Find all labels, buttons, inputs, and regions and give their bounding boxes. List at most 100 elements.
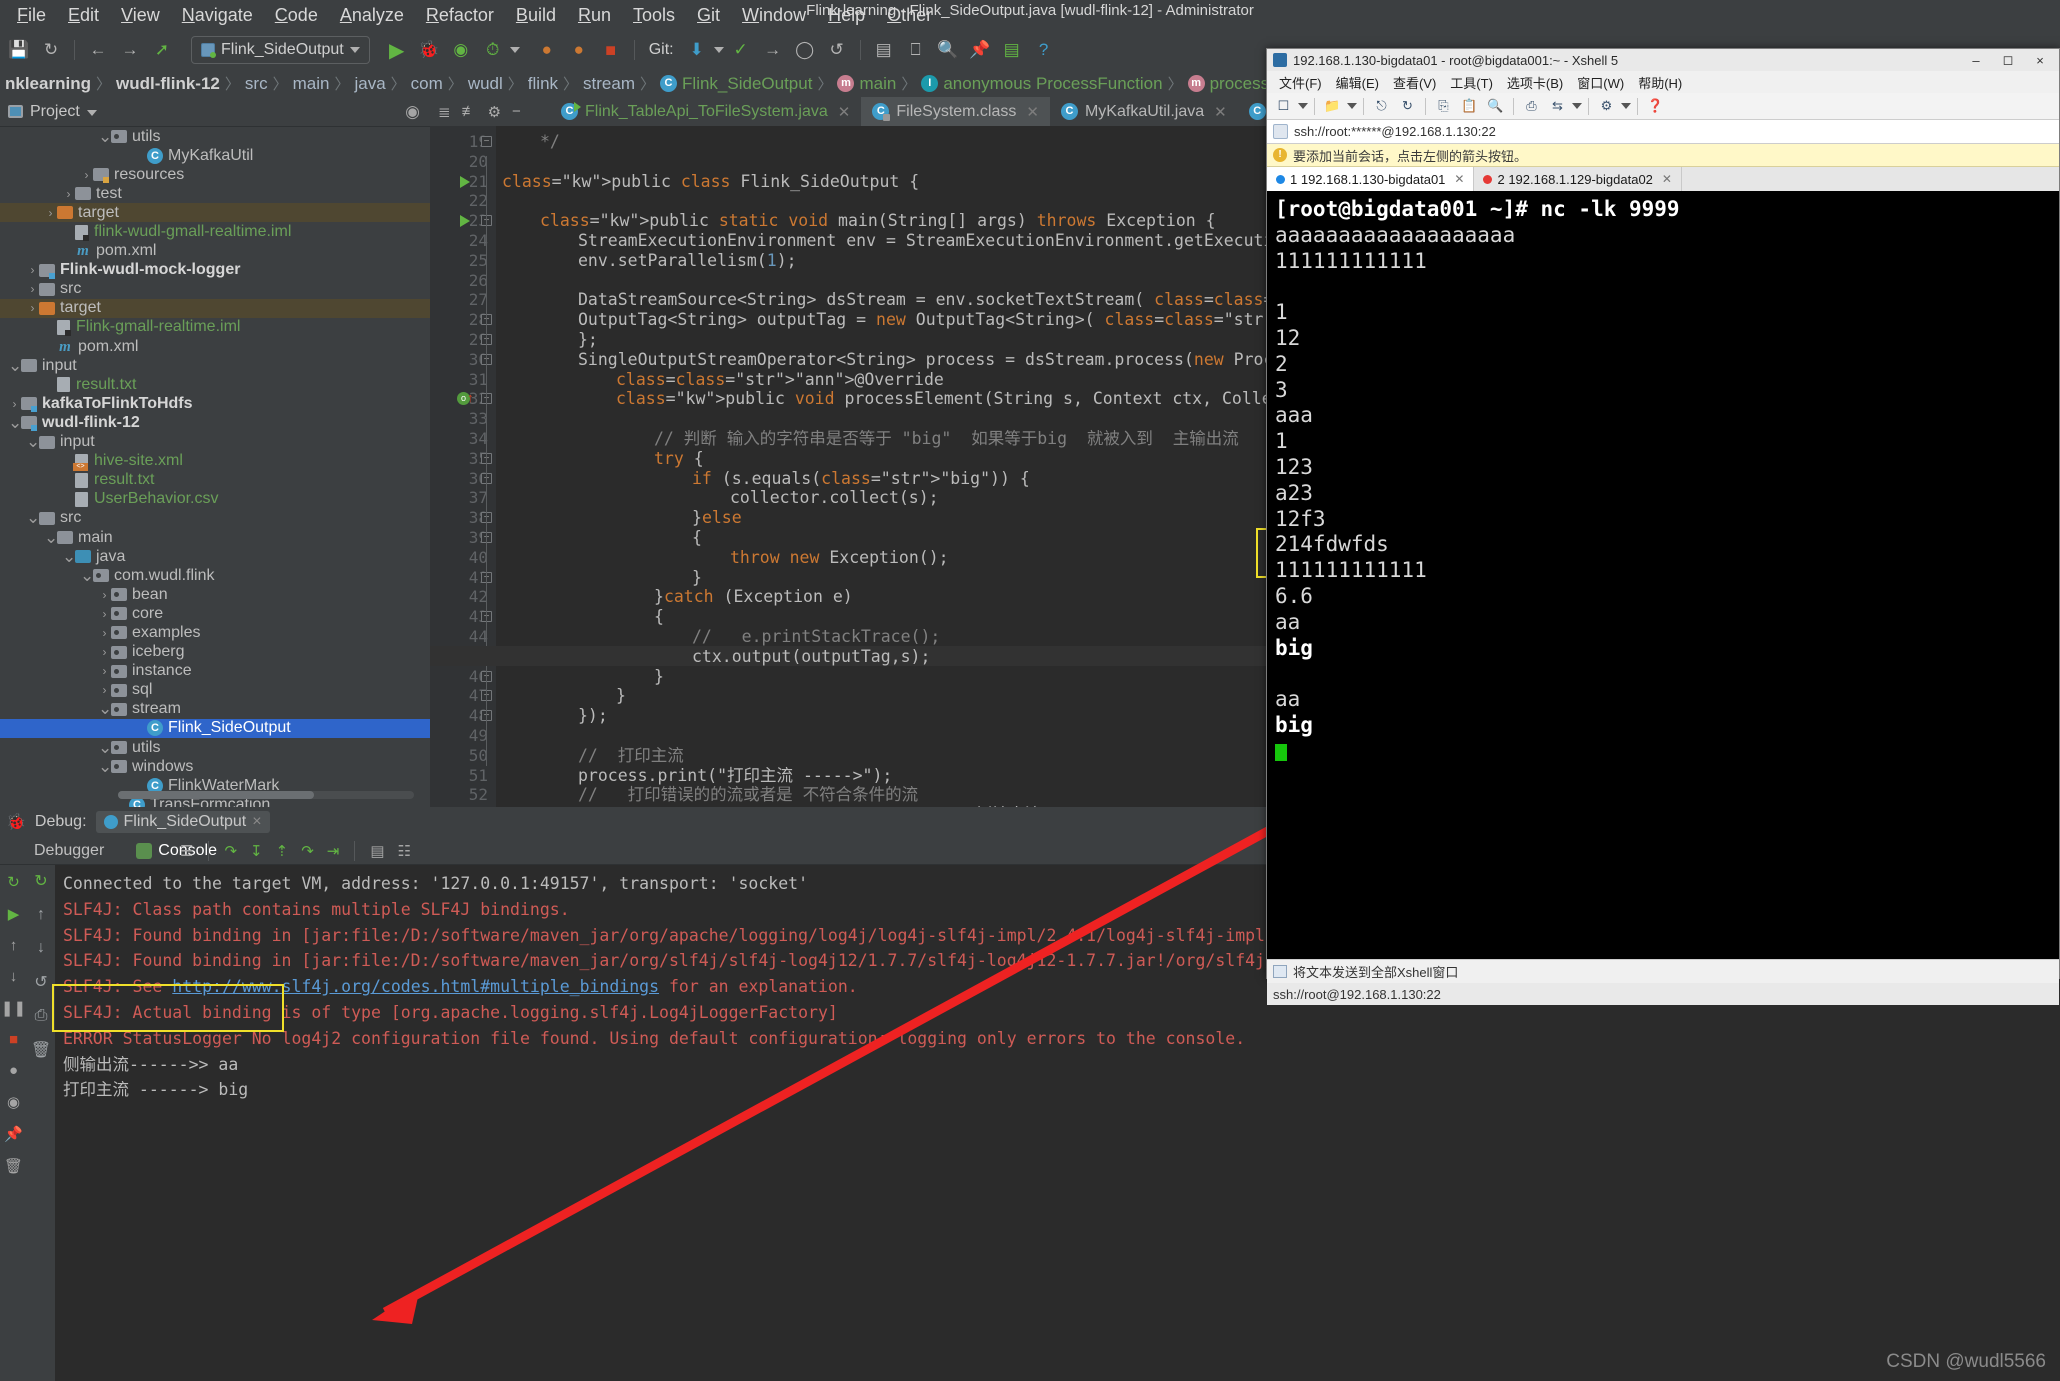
editor-tab-actions[interactable]: ≣ ≢ ⚙ − bbox=[430, 97, 550, 126]
tree-item[interactable]: ›kafkaToFlinkToHdfs bbox=[0, 394, 430, 413]
tree-item[interactable]: mpom.xml bbox=[0, 337, 430, 356]
stop-icon[interactable]: ■ bbox=[9, 1031, 18, 1048]
xshell-session-tabs[interactable]: 1 192.168.1.130-bigdata01✕2 192.168.1.12… bbox=[1267, 167, 2059, 191]
code-line[interactable]: env.setParallelism(1); bbox=[578, 251, 797, 271]
chevron-right-icon[interactable]: › bbox=[44, 206, 57, 220]
editor-tab-flink-tableapi-tofilesystem-java[interactable]: CFlink_TableApi_ToFileSystem.java✕ bbox=[550, 97, 861, 126]
tree-item[interactable]: ›sql bbox=[0, 681, 430, 700]
chevron-right-icon[interactable]: › bbox=[80, 168, 93, 182]
chevron-right-icon[interactable]: › bbox=[26, 263, 39, 277]
git-commit-icon[interactable]: ✓ bbox=[726, 36, 756, 64]
tree-item[interactable]: ›examples bbox=[0, 623, 430, 642]
code-line[interactable]: try { bbox=[654, 449, 704, 469]
xshell-menu-b[interactable]: 选项卡(B) bbox=[1501, 72, 1569, 93]
xshell-menu-e[interactable]: 编辑(E) bbox=[1330, 72, 1385, 93]
menu-item-git[interactable]: Git bbox=[686, 5, 731, 26]
breadcrumb-item-main[interactable]: mmain bbox=[832, 74, 901, 94]
menu-item-run[interactable]: Run bbox=[567, 5, 622, 26]
code-line[interactable]: ctx.output(outputTag,s); bbox=[692, 647, 930, 667]
xshell-window[interactable]: 192.168.1.130-bigdata01 - root@bigdata00… bbox=[1266, 48, 2060, 979]
properties-icon[interactable]: ⚙ bbox=[1595, 96, 1618, 117]
code-line[interactable]: }else bbox=[692, 508, 742, 528]
paste-icon[interactable]: 📋 bbox=[1458, 96, 1481, 117]
trash-icon[interactable]: 🗑 bbox=[4, 1157, 23, 1175]
code-line[interactable]: throw new Exception(); bbox=[730, 548, 949, 568]
tree-item[interactable]: ›src bbox=[0, 280, 430, 299]
code-line[interactable]: // 打印主流 bbox=[578, 746, 684, 766]
chevron-right-icon[interactable]: › bbox=[98, 645, 111, 659]
breadcrumb-item-java[interactable]: java bbox=[349, 74, 390, 94]
git-rollback-icon[interactable]: ↺ bbox=[822, 36, 852, 64]
build-icon[interactable]: ➚ bbox=[147, 36, 177, 64]
xshell-menu-w[interactable]: 窗口(W) bbox=[1571, 72, 1630, 93]
close-icon[interactable]: ✕ bbox=[1662, 172, 1672, 186]
git-update-icon[interactable]: ⬇ bbox=[682, 36, 712, 64]
view-breakpoints-icon[interactable]: ◉ bbox=[7, 1093, 20, 1111]
tree-item[interactable]: result.txt bbox=[0, 471, 430, 490]
print-icon[interactable]: ⎙ bbox=[35, 1007, 48, 1025]
menu-item-window[interactable]: Window bbox=[731, 5, 817, 26]
debug-config-tab[interactable]: Flink_SideOutput × bbox=[96, 811, 270, 833]
run-to-cursor-icon[interactable]: ⇥ bbox=[327, 842, 340, 860]
back-icon[interactable]: ← bbox=[83, 36, 113, 64]
close-icon[interactable]: ✕ bbox=[1214, 103, 1227, 121]
menu-item-edit[interactable]: Edit bbox=[57, 5, 110, 26]
chevron-right-icon[interactable]: › bbox=[26, 282, 39, 296]
collapse-all-icon[interactable]: ≢ bbox=[462, 103, 477, 120]
clear-all-icon[interactable]: 🗑 bbox=[31, 1040, 51, 1060]
editor-tab-mykafkautil-java[interactable]: CMyKafkaUtil.java✕ bbox=[1050, 97, 1238, 126]
chevron-down-icon[interactable]: ⌄ bbox=[98, 744, 111, 752]
menu-item-tools[interactable]: Tools bbox=[622, 5, 686, 26]
breadcrumb-item-stream[interactable]: stream bbox=[578, 74, 640, 94]
step-out-icon[interactable]: ↷ bbox=[301, 842, 314, 860]
compare-icon[interactable]: ▤ bbox=[869, 36, 899, 64]
run-icon[interactable]: ▶ bbox=[382, 36, 412, 64]
project-tree[interactable]: ⌄utilsCMyKafkaUtil›resources›test›target… bbox=[0, 127, 430, 807]
hide-icon[interactable]: − bbox=[512, 103, 521, 120]
rerun-program-icon[interactable]: ↻ bbox=[34, 871, 47, 891]
code-line[interactable]: collector.collect(s); bbox=[730, 488, 939, 508]
soft-wrap-icon[interactable]: ↺ bbox=[34, 972, 47, 992]
fold-toggle-icon[interactable]: − bbox=[481, 136, 492, 147]
search-icon[interactable]: 🔍 bbox=[933, 36, 963, 64]
help-icon[interactable]: ❓ bbox=[1644, 96, 1667, 117]
print-icon[interactable]: ⎙ bbox=[1520, 96, 1543, 117]
tree-item[interactable]: ⌄java bbox=[0, 547, 430, 566]
git-history-icon[interactable]: ◯ bbox=[790, 36, 820, 64]
help-icon[interactable]: ? bbox=[1029, 36, 1059, 64]
code-line[interactable]: } bbox=[692, 568, 702, 588]
xshell-session-tab[interactable]: 2 192.168.1.129-bigdata02✕ bbox=[1474, 167, 1681, 191]
breadcrumb-item-anonymous-processfunction[interactable]: Ianonymous ProcessFunction bbox=[916, 74, 1167, 94]
minimize-icon[interactable]: – bbox=[1963, 53, 1989, 68]
menu-item-view[interactable]: View bbox=[110, 5, 171, 26]
transfer-icon[interactable]: ⇆ bbox=[1546, 96, 1569, 117]
breadcrumb-item-wudl-flink-12[interactable]: wudl-flink-12 bbox=[111, 74, 225, 94]
tree-item[interactable]: ⌄utils bbox=[0, 738, 430, 757]
tree-item[interactable]: ⌄wudl-flink-12 bbox=[0, 413, 430, 432]
debug-toolbar[interactable]: ☰ ↷ ↧ ⇡ ↷ ⇥ ▤ ☷ bbox=[160, 837, 411, 865]
tree-item[interactable]: ›target bbox=[0, 299, 430, 318]
xshell-menu-v[interactable]: 查看(V) bbox=[1387, 72, 1442, 93]
code-line[interactable]: { bbox=[692, 528, 702, 548]
forward-icon[interactable]: → bbox=[115, 36, 145, 64]
chevron-down-icon[interactable]: ⌄ bbox=[98, 133, 111, 141]
xshell-address[interactable]: ssh://root:******@192.168.1.130:22 bbox=[1294, 124, 1496, 139]
scroll-up-icon[interactable]: ↑ bbox=[37, 906, 45, 924]
close-icon[interactable]: ✕ bbox=[1454, 172, 1464, 186]
breadcrumb-item-nklearning[interactable]: nklearning bbox=[0, 74, 96, 94]
close-icon[interactable]: × bbox=[252, 813, 261, 831]
tree-item[interactable]: ⌄src bbox=[0, 509, 430, 528]
menu-item-analyze[interactable]: Analyze bbox=[329, 5, 415, 26]
project-tree-hscrollbar[interactable] bbox=[118, 791, 414, 799]
tree-item[interactable]: UserBehavior.csv bbox=[0, 490, 430, 509]
chevron-down-icon[interactable]: ⌄ bbox=[26, 438, 39, 446]
debug-subtab-debugger[interactable]: Debugger bbox=[28, 840, 110, 862]
debug-icon[interactable]: 🐞 bbox=[414, 36, 444, 64]
chevron-right-icon[interactable]: › bbox=[62, 187, 75, 201]
menu-bar[interactable]: FileEditViewNavigateCodeAnalyzeRefactorB… bbox=[0, 0, 2060, 30]
tree-item[interactable]: Flink-gmall-realtime.iml bbox=[0, 318, 430, 337]
find-icon[interactable]: 🔍 bbox=[1484, 96, 1507, 117]
tree-item[interactable]: ›test bbox=[0, 184, 430, 203]
code-line[interactable]: // e.printStackTrace(); bbox=[692, 627, 940, 647]
tree-item[interactable]: hive-site.xml bbox=[0, 452, 430, 471]
